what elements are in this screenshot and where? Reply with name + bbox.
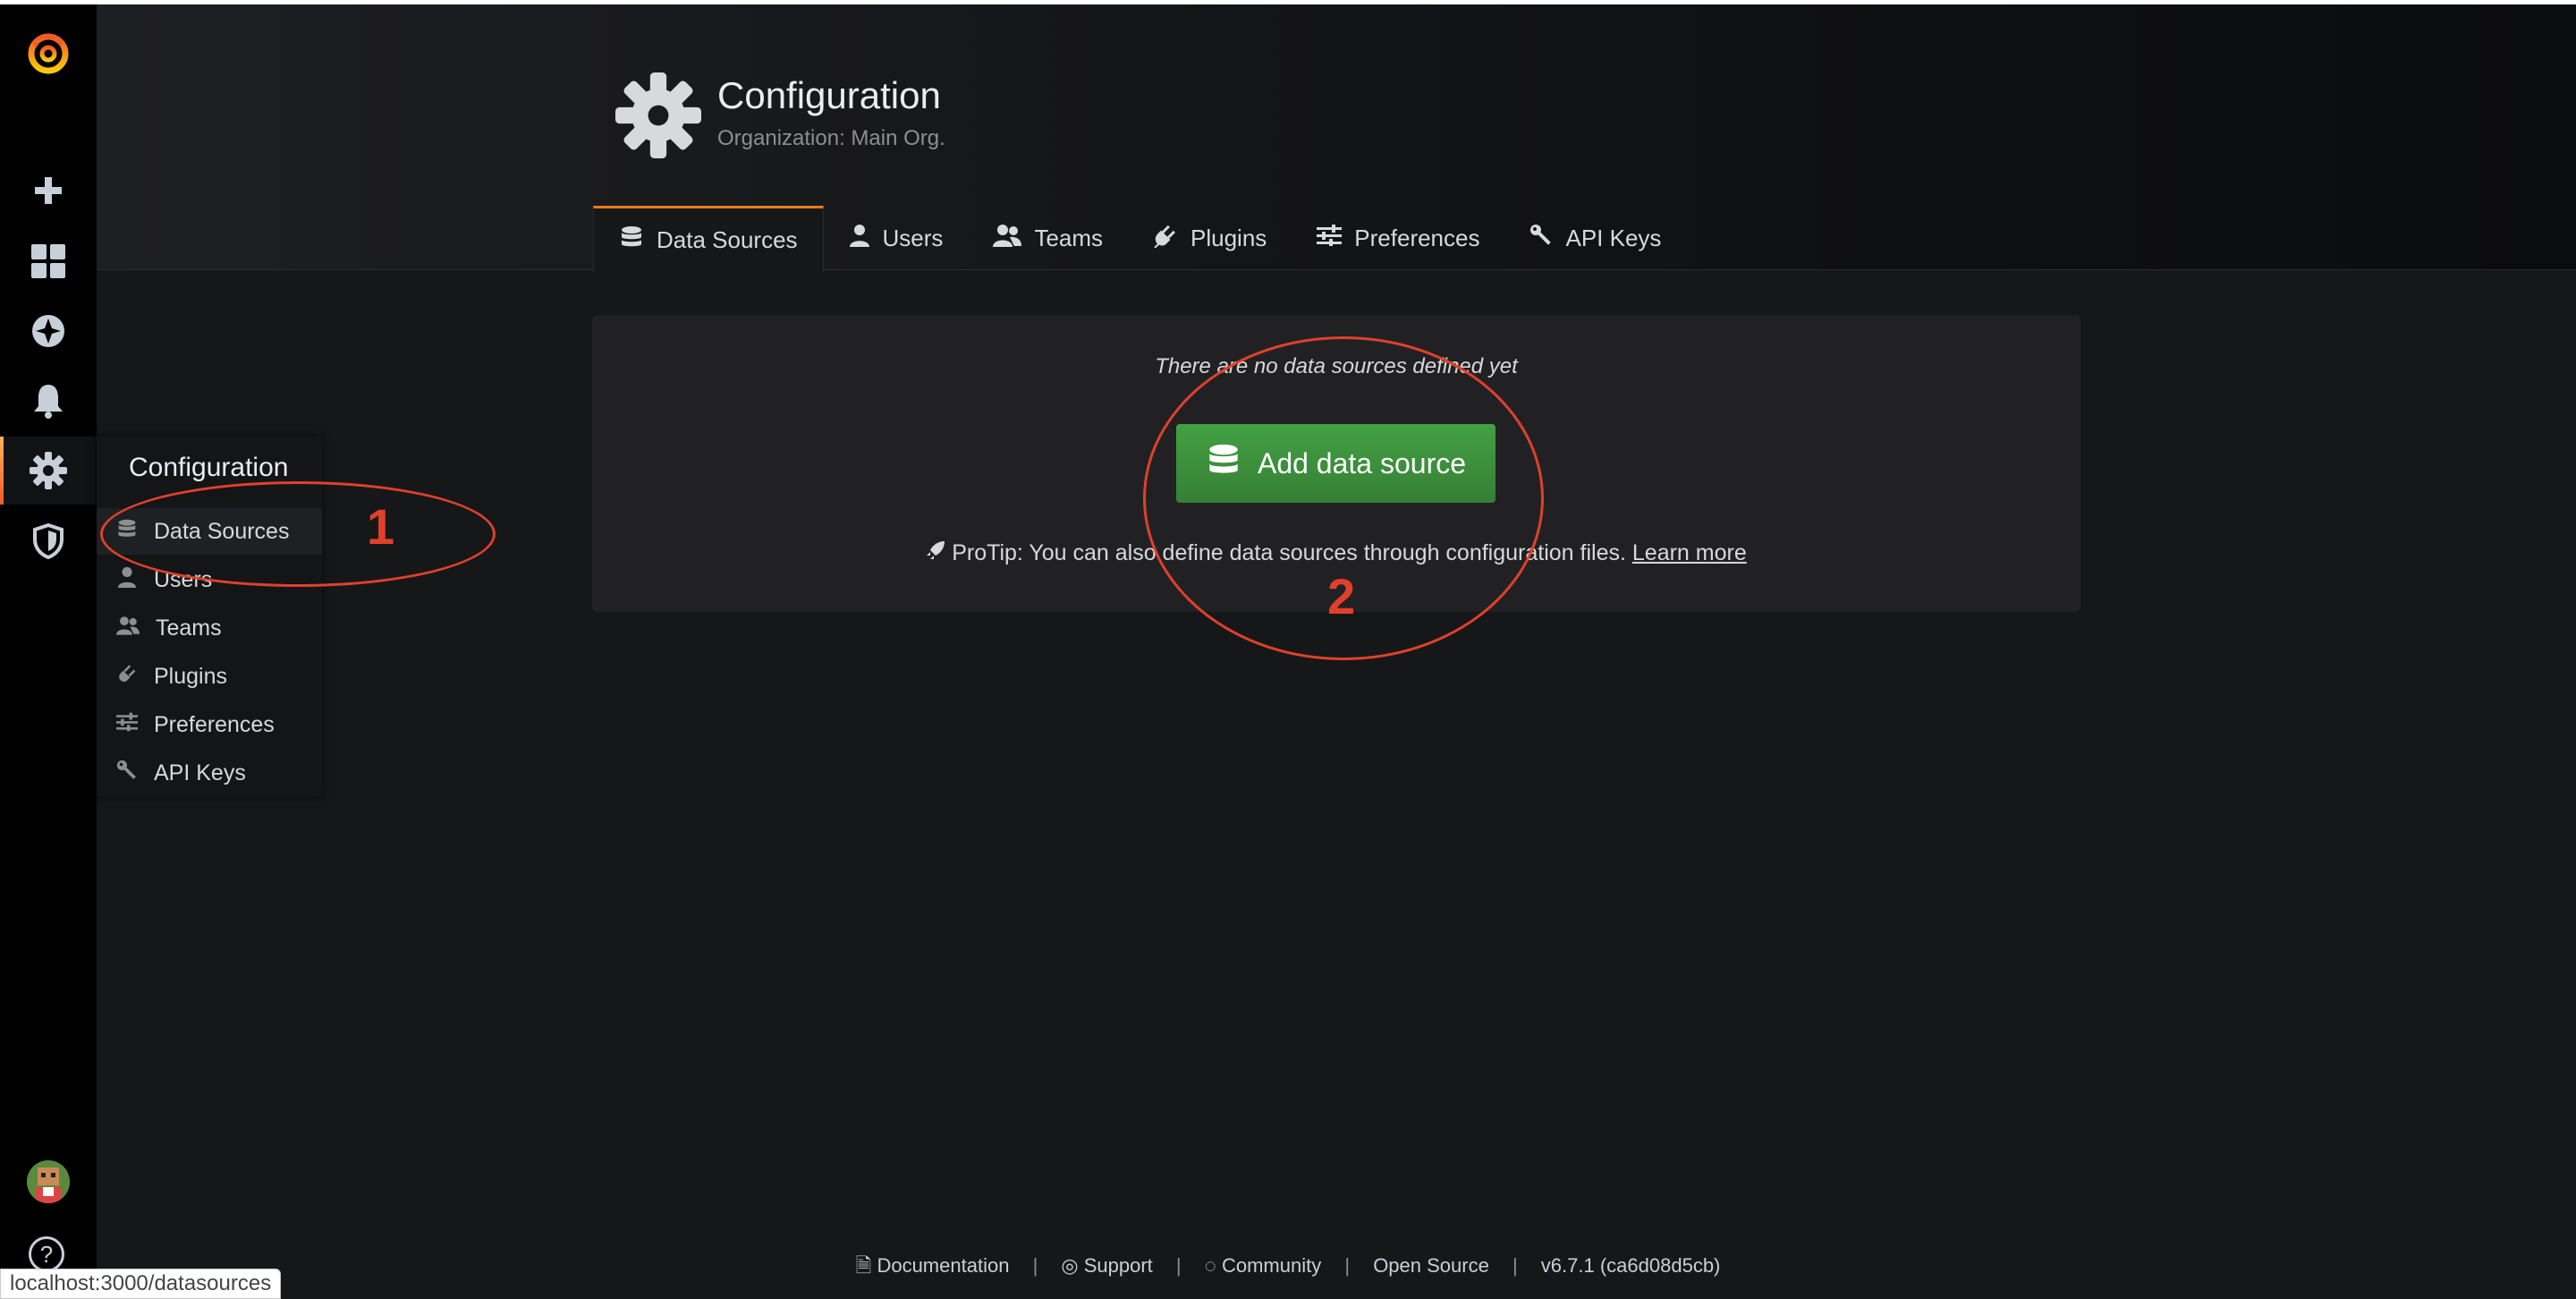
sliders-icon: [116, 712, 138, 738]
flyout-item-label: Preferences: [154, 711, 275, 737]
grafana-logo-icon[interactable]: [0, 18, 97, 86]
rocket-icon: [926, 540, 945, 565]
learn-more-link[interactable]: Learn more: [1632, 540, 1747, 565]
user-avatar[interactable]: [27, 1160, 70, 1203]
user-icon: [849, 224, 870, 253]
footer-separator: |: [1344, 1254, 1351, 1277]
flyout-item-plugins[interactable]: Plugins: [97, 653, 322, 700]
key-icon: [1530, 224, 1553, 253]
dashboards-icon[interactable]: [0, 227, 97, 295]
key-icon: [116, 760, 138, 787]
gear-icon[interactable]: [0, 437, 97, 505]
database-icon: [619, 225, 644, 256]
support-icon: ◎: [1061, 1254, 1079, 1277]
flyout-title: Configuration: [129, 453, 289, 482]
shield-icon[interactable]: [0, 507, 97, 575]
side-menu: ?: [0, 4, 97, 1297]
tab-bar: Data Sources Users Teams Plugins Prefere…: [593, 206, 1686, 272]
annotation-number-2: 2: [1327, 568, 1356, 624]
page-header: Configuration Organization: Main Org. Da…: [97, 4, 2576, 272]
plug-icon: [1153, 223, 1178, 254]
tab-teams[interactable]: Teams: [968, 206, 1128, 270]
explore-icon[interactable]: [0, 297, 97, 365]
document-icon: 🗎: [855, 1254, 872, 1277]
flyout-item-label: API Keys: [154, 760, 246, 785]
tab-plugins[interactable]: Plugins: [1128, 206, 1292, 270]
tab-api-keys[interactable]: API Keys: [1504, 206, 1686, 270]
footer-separator: |: [1032, 1254, 1038, 1277]
tab-label: Data Sources: [657, 226, 798, 253]
footer-version: v6.7.1 (ca6d08d5cb): [1540, 1254, 1721, 1277]
flyout-item-api-keys[interactable]: API Keys: [97, 750, 322, 796]
flyout-item-label: Plugins: [154, 663, 227, 689]
sliders-icon: [1317, 224, 1343, 252]
footer-separator: |: [1175, 1254, 1182, 1277]
plug-icon: [116, 663, 138, 691]
tab-label: Plugins: [1191, 224, 1267, 251]
footer-separator: |: [1512, 1254, 1518, 1277]
flyout-item-teams[interactable]: Teams: [97, 605, 322, 651]
footer-support-link[interactable]: Support: [1084, 1254, 1153, 1277]
footer-community-link[interactable]: Community: [1222, 1254, 1321, 1277]
plus-icon[interactable]: [0, 157, 97, 225]
users-icon: [993, 224, 1022, 253]
page-title: Configuration: [717, 74, 941, 116]
footer: 🗎 Documentation | ◎ Support | ◌ Communit…: [0, 1251, 2576, 1285]
comments-icon: ◌: [1204, 1254, 1216, 1277]
tab-users[interactable]: Users: [824, 206, 969, 270]
annotation-circle-1: [100, 481, 496, 587]
flyout-item-label: Teams: [156, 615, 222, 641]
page-subtitle: Organization: Main Org.: [717, 126, 945, 150]
configuration-gear-icon: [615, 72, 701, 163]
users-icon: [116, 616, 140, 641]
flyout-item-preferences[interactable]: Preferences: [97, 701, 322, 748]
user-icon: [116, 566, 138, 594]
footer-open-source-link[interactable]: Open Source: [1373, 1254, 1489, 1277]
bell-icon[interactable]: [0, 367, 97, 435]
status-url-bar: localhost:3000/datasources: [0, 1269, 282, 1299]
tab-label: Preferences: [1354, 224, 1480, 251]
annotation-number-1: 1: [367, 498, 395, 555]
tab-label: API Keys: [1565, 224, 1662, 251]
tab-preferences[interactable]: Preferences: [1292, 206, 1504, 270]
footer-documentation-link[interactable]: Documentation: [877, 1254, 1009, 1277]
tab-label: Teams: [1034, 224, 1104, 251]
tab-data-sources[interactable]: Data Sources: [593, 206, 824, 272]
tab-label: Users: [882, 224, 944, 251]
